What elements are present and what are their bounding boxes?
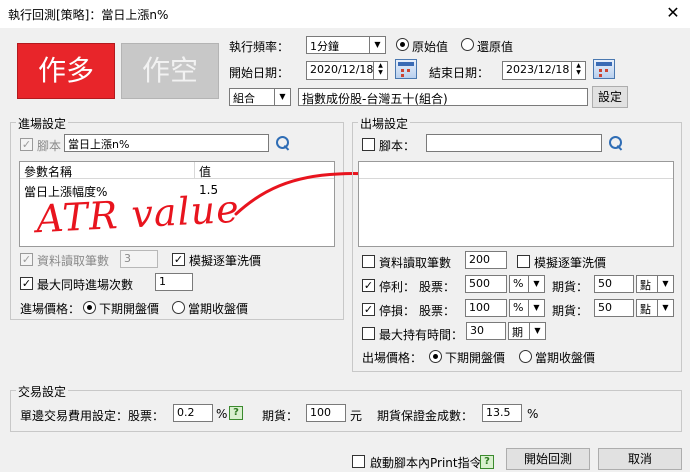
print-label: 啟動腳本內Print指令 xyxy=(370,456,482,470)
entry-read-data-value: 3 xyxy=(124,252,131,265)
exit-group-title: 出場設定 xyxy=(358,115,411,132)
max-entries-input[interactable]: 1 xyxy=(155,273,193,291)
chevron-down-icon: ▼ xyxy=(657,300,673,316)
exit-script-checkbox[interactable] xyxy=(362,138,375,151)
fee-futures-value: 100 xyxy=(310,406,331,419)
margin-label: 期貨保證金成數： xyxy=(377,409,474,423)
margin-value: 13.5 xyxy=(486,406,511,419)
take-profit-stock-unit-select[interactable]: % ▼ xyxy=(509,275,545,293)
stop-loss-futures-label: 期貨： xyxy=(552,304,589,318)
exit-simulate-checkbox[interactable] xyxy=(517,255,530,268)
chevron-down-icon: ▼ xyxy=(657,276,673,292)
chevron-down-icon: ▼ xyxy=(529,323,545,339)
entry-read-data-checkbox: ✓ xyxy=(20,253,33,266)
trade-group-title: 交易設定 xyxy=(16,383,69,400)
max-hold-label: 最大持有時間： xyxy=(379,328,464,342)
exit-simulate-label: 模擬逐筆洗價 xyxy=(534,256,607,270)
chevron-down-icon: ▼ xyxy=(528,276,544,292)
stop-loss-futures-unit-select[interactable]: 點 ▼ xyxy=(636,299,674,317)
exit-read-data-checkbox[interactable] xyxy=(362,255,375,268)
stop-loss-futures-value: 50 xyxy=(598,301,612,314)
fee-futures-input[interactable]: 100 xyxy=(306,404,346,422)
entry-simulate-checkbox[interactable]: ✓ xyxy=(172,253,185,266)
exit-param-table xyxy=(358,161,674,247)
exit-price-close-label: 當期收盤價 xyxy=(535,351,596,365)
entry-read-data-input: 3 xyxy=(120,250,158,268)
take-profit-label: 停利： xyxy=(379,280,416,294)
margin-input[interactable]: 13.5 xyxy=(482,404,522,422)
stop-loss-checkbox[interactable]: ✓ xyxy=(362,303,375,316)
exit-script-label: 腳本： xyxy=(379,139,416,153)
margin-unit: % xyxy=(527,407,539,421)
take-profit-futures-label: 期貨： xyxy=(552,280,589,294)
help-icon[interactable]: ? xyxy=(480,455,494,469)
max-hold-checkbox[interactable] xyxy=(362,327,375,340)
stop-loss-futures-unit: 點 xyxy=(640,303,651,316)
take-profit-futures-unit-select[interactable]: 點 ▼ xyxy=(636,275,674,293)
stop-loss-label: 停損： xyxy=(379,304,416,318)
take-profit-stock-label: 股票： xyxy=(419,280,456,294)
take-profit-stock-input[interactable]: 500 xyxy=(465,275,507,293)
fee-label: 單邊交易費用設定：股票： xyxy=(20,409,165,423)
exit-price-next-open-label: 下期開盤價 xyxy=(445,351,506,365)
exit-read-data-label: 資料讀取筆數 xyxy=(379,256,452,270)
max-entries-label: 最大同時進場次數 xyxy=(37,278,134,292)
max-hold-value: 30 xyxy=(470,324,484,337)
take-profit-futures-value: 50 xyxy=(598,277,612,290)
print-checkbox[interactable] xyxy=(352,455,365,468)
exit-read-data-value: 200 xyxy=(469,253,490,266)
fee-stock-unit: % xyxy=(216,407,228,421)
stop-loss-stock-unit: % xyxy=(513,301,524,314)
exit-script-input[interactable] xyxy=(426,134,602,152)
stop-loss-stock-input[interactable]: 100 xyxy=(465,299,507,317)
fee-stock-input[interactable]: 0.2 xyxy=(173,404,213,422)
entry-price-next-open-radio[interactable] xyxy=(83,301,96,314)
fee-futures-label: 期貨： xyxy=(262,409,299,423)
exit-param-header xyxy=(359,162,673,179)
chevron-down-icon: ▼ xyxy=(528,300,544,316)
stop-loss-futures-input[interactable]: 50 xyxy=(594,299,634,317)
stop-loss-stock-value: 100 xyxy=(469,301,490,314)
exit-price-label: 出場價格： xyxy=(362,351,423,365)
entry-price-label: 進場價格： xyxy=(20,302,81,316)
max-entries-checkbox[interactable]: ✓ xyxy=(20,277,33,290)
max-hold-input[interactable]: 30 xyxy=(466,322,506,340)
take-profit-stock-value: 500 xyxy=(469,277,490,290)
stop-loss-stock-unit-select[interactable]: % ▼ xyxy=(509,299,545,317)
max-hold-unit-select[interactable]: 期 ▼ xyxy=(508,322,546,340)
take-profit-futures-input[interactable]: 50 xyxy=(594,275,634,293)
entry-simulate-label: 模擬逐筆洗價 xyxy=(189,254,262,268)
exit-price-next-open-radio[interactable] xyxy=(429,350,442,363)
search-icon[interactable] xyxy=(609,136,623,150)
help-icon[interactable]: ? xyxy=(229,406,243,420)
entry-price-close-label: 當期收盤價 xyxy=(188,302,249,316)
exit-price-close-radio[interactable] xyxy=(519,350,532,363)
max-hold-unit: 期 xyxy=(512,326,523,339)
entry-read-data-label: 資料讀取筆數 xyxy=(37,254,110,268)
entry-price-next-open-label: 下期開盤價 xyxy=(99,302,160,316)
stop-loss-stock-label: 股票： xyxy=(419,304,456,318)
fee-futures-unit: 元 xyxy=(350,409,363,423)
take-profit-stock-unit: % xyxy=(513,277,524,290)
exit-read-data-input[interactable]: 200 xyxy=(465,251,507,269)
fee-stock-value: 0.2 xyxy=(177,406,195,419)
start-backtest-button[interactable]: 開始回測 xyxy=(506,448,590,470)
entry-price-close-radio[interactable] xyxy=(172,301,185,314)
cancel-button[interactable]: 取消 xyxy=(598,448,682,470)
max-entries-value: 1 xyxy=(159,275,166,288)
take-profit-futures-unit: 點 xyxy=(640,279,651,292)
take-profit-checkbox[interactable]: ✓ xyxy=(362,279,375,292)
